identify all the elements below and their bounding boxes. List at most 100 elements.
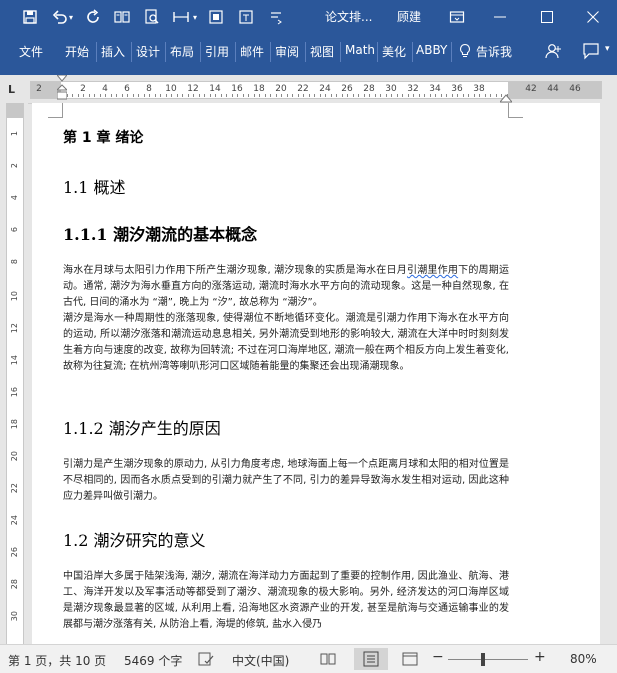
zoom-in-button[interactable]: + (534, 649, 546, 665)
print-preview-icon[interactable] (142, 7, 162, 27)
spelling-flag[interactable]: 引潮里作用 (407, 265, 458, 276)
comment-icon[interactable] (582, 42, 602, 60)
paragraph-1b: 潮汐是海水一种周期性的涨落现象, 使得潮位不断地循环变化。潮流是引潮力作用下海水… (63, 313, 509, 372)
tab-beautify[interactable]: 美化 (382, 43, 406, 60)
ruler-tick (171, 94, 172, 97)
zoom-out-button[interactable]: − (432, 649, 444, 665)
vertical-ruler-strip[interactable]: 1 2 4 6 8 10 12 14 16 18 20 22 24 26 28 30 (6, 103, 24, 644)
ruler-tick (242, 94, 244, 97)
ruler-number: 32 (407, 84, 419, 94)
ruler-tick (413, 94, 414, 97)
ruler-tick (237, 94, 238, 97)
tab-review[interactable]: 审阅 (275, 43, 299, 60)
share-user-icon[interactable] (544, 42, 562, 60)
chapter-heading[interactable]: 第 1 章 绪论 (63, 127, 143, 147)
tab-file[interactable]: 文件 (19, 43, 43, 60)
ribbon-display-icon[interactable] (447, 7, 467, 27)
zoom-level[interactable]: 80% (570, 652, 597, 666)
ruler-number: 4 (102, 84, 108, 94)
tab-separator (412, 42, 413, 62)
ruler-tick (462, 94, 464, 97)
ruler-tick (429, 94, 431, 97)
tell-me-box[interactable]: 告诉我 (476, 43, 512, 60)
status-bar: 第 1 页，共 10 页 5469 个字 中文(中国) − + 80% (0, 644, 617, 673)
ruler-number: 2 (36, 84, 42, 94)
tab-separator (451, 42, 452, 62)
tab-math[interactable]: Math (345, 43, 375, 57)
web-layout-icon[interactable] (402, 652, 418, 666)
vertical-ruler-top-margin (7, 103, 23, 118)
ruler-tick (253, 94, 255, 97)
paragraph-1[interactable]: 海水在月球与太阳引力作用下所产生潮汐现象, 潮汐现象的实质是海水在日月引潮里作用… (63, 263, 509, 375)
close-icon[interactable] (583, 7, 603, 27)
ruler-number: 26 (341, 84, 353, 94)
vertical-ruler-number: 1 (10, 131, 19, 137)
page-count[interactable]: 第 1 页，共 10 页 (8, 652, 106, 669)
ruler-tick (385, 94, 387, 97)
right-indent-marker[interactable] (498, 88, 514, 103)
ruler-number: 36 (451, 84, 463, 94)
section-heading-1-1[interactable]: 1.1 概述 (63, 174, 126, 198)
ruler-tick (424, 94, 425, 97)
vertical-scrollbar[interactable] (600, 103, 617, 644)
maximize-icon[interactable] (537, 7, 557, 27)
ruler-number: 22 (297, 84, 309, 94)
comment-dropdown-icon[interactable]: ▾ (605, 44, 610, 54)
zoom-slider-thumb[interactable] (481, 653, 485, 666)
read-mode-icon[interactable] (112, 7, 132, 27)
minimize-icon[interactable] (490, 7, 510, 27)
lightbulb-icon[interactable] (458, 43, 472, 59)
section-heading-1-2[interactable]: 1.2 潮汐研究的意义 (63, 527, 206, 551)
ruler-tick (479, 94, 480, 97)
zoom-slider[interactable] (448, 659, 528, 660)
redo-icon[interactable] (84, 7, 104, 27)
tab-abbyy[interactable]: ABBY (416, 43, 447, 57)
section-heading-1-1-1[interactable]: 1.1.1 潮汐潮流的基本概念 (63, 221, 257, 245)
more-icon[interactable] (266, 7, 286, 27)
ruler-tick (209, 94, 211, 97)
undo-dropdown-icon[interactable]: ▾ (66, 7, 76, 27)
ruler-strip[interactable]: 2 2 4 6 8 10 12 14 16 18 20 22 24 26 28 30 32 34 36 38 42 44 4… (30, 81, 602, 99)
ruler-tick (369, 94, 370, 97)
indent-marker[interactable] (55, 74, 69, 103)
tab-mailings[interactable]: 邮件 (240, 43, 264, 60)
tab-layout[interactable]: 布局 (170, 43, 194, 60)
spacing-dropdown-icon[interactable]: ▾ (190, 7, 200, 27)
section-heading-1-1-2[interactable]: 1.1.2 潮汐产生的原因 (63, 415, 221, 439)
ruler-tick (220, 94, 222, 97)
paragraph-2[interactable]: 引潮力是产生潮汐现象的原动力, 从引力角度考虑, 地球海面上每一个点距离月球和太… (63, 457, 509, 505)
ruler-tick (402, 94, 403, 97)
word-count[interactable]: 5469 个字 (124, 652, 182, 669)
print-layout-view-button[interactable] (354, 648, 388, 670)
tab-design[interactable]: 设计 (136, 43, 160, 60)
spacing-icon[interactable] (172, 7, 192, 27)
vertical-ruler-number: 16 (10, 387, 19, 398)
ruler-tick (446, 94, 447, 97)
ruler-tick (204, 94, 205, 97)
language[interactable]: 中文(中国) (232, 652, 289, 669)
vertical-ruler-number: 22 (10, 483, 19, 494)
ruler-number: 14 (209, 84, 221, 94)
ruler-number: 20 (275, 84, 287, 94)
tab-home[interactable]: 开始 (65, 43, 89, 60)
save-icon[interactable] (20, 7, 40, 27)
user-name[interactable]: 顾建 (397, 8, 421, 25)
tab-references[interactable]: 引用 (205, 43, 229, 60)
tab-selector-icon[interactable]: L (8, 83, 15, 96)
proofing-icon[interactable] (198, 652, 214, 666)
ruler-tick (116, 94, 117, 97)
document-page[interactable]: 第 1 章 绪论 1.1 概述 1.1.1 潮汐潮流的基本概念 海水在月球与太阳… (32, 103, 600, 644)
ruler-tick (451, 94, 453, 97)
read-mode-view-icon[interactable] (320, 652, 336, 666)
ruler-tick (165, 94, 167, 97)
tab-view[interactable]: 视图 (310, 43, 334, 60)
text-box-icon[interactable] (236, 7, 256, 27)
format-icon[interactable] (206, 7, 226, 27)
paragraph-3[interactable]: 中国沿岸大多属于陆架浅海, 潮汐, 潮流在海洋动力方面起到了重要的控制作用, 因… (63, 569, 509, 633)
ruler-tick (176, 94, 178, 97)
ruler-tick (297, 94, 299, 97)
tab-separator (270, 42, 271, 62)
ruler-tick (248, 94, 249, 97)
paragraph-1a-start: 海水在月球与太阳引力作用下所产生潮汐现象, 潮汐现象的实质是海水在日月 (63, 265, 407, 276)
tab-insert[interactable]: 插入 (101, 43, 125, 60)
